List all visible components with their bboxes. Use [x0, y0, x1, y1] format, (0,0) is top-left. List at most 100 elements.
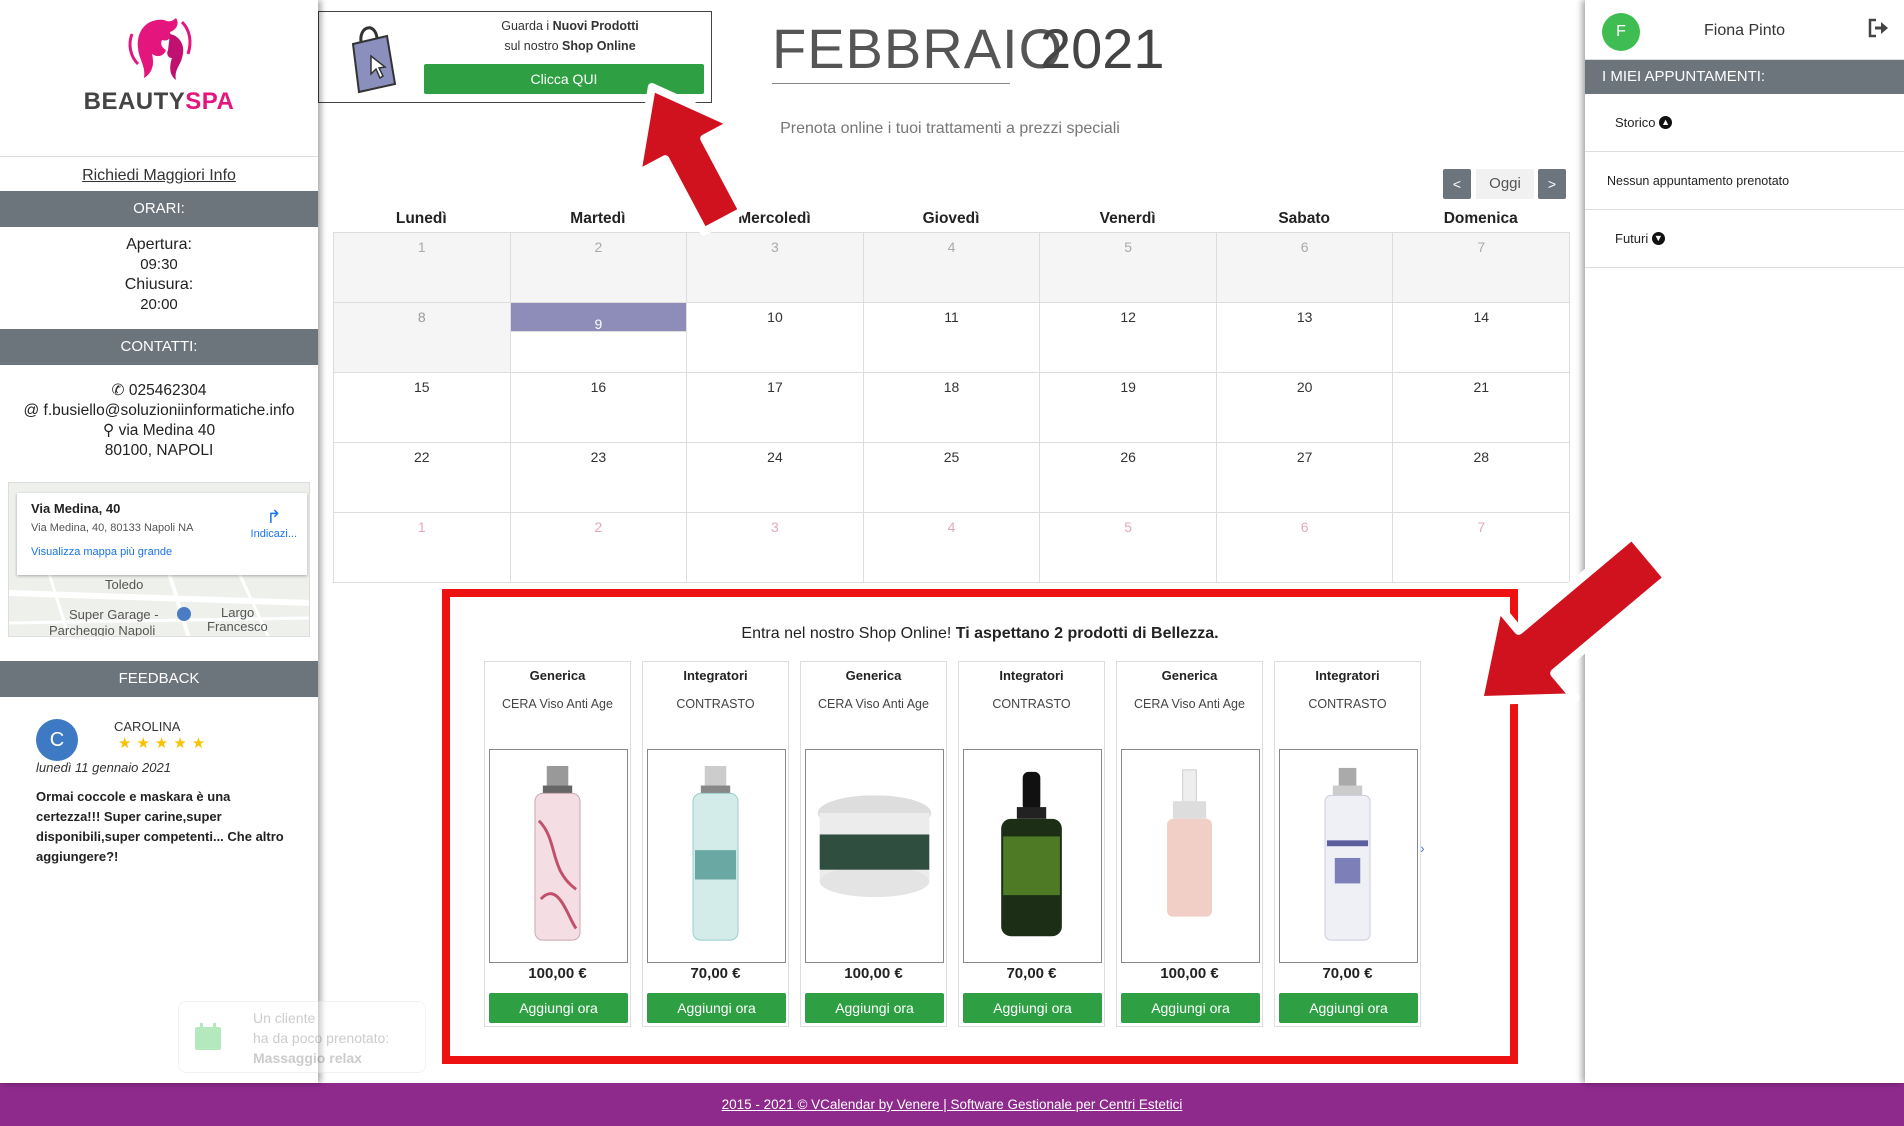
add-to-cart-button[interactable]: Aggiungi ora [489, 993, 628, 1023]
calendar-day-cell[interactable]: 3 [686, 232, 864, 303]
contacts: ✆ 025462304 @ f.busiello@soluzioniinform… [0, 365, 318, 491]
product-name: CERA Viso Anti Age [1134, 697, 1245, 711]
product-image[interactable] [805, 749, 944, 963]
next-month-button[interactable]: > [1538, 169, 1566, 199]
calendar-day-cell[interactable]: 21 [1392, 372, 1571, 443]
map-label-francesco: Francesco [207, 619, 268, 634]
map-label-garage: Super Garage - [69, 607, 159, 622]
shop-title-b: Ti aspettano 2 prodotti di Bellezza. [955, 625, 1219, 642]
product-card: Integratori CONTRASTO 70,00 € Aggiungi ora [1274, 661, 1421, 1027]
product-price: 100,00 € [528, 965, 587, 982]
request-info-link[interactable]: Richiedi Maggiori Info [0, 157, 318, 191]
add-to-cart-button[interactable]: Aggiungi ora [963, 993, 1102, 1023]
product-card: Generica CERA Viso Anti Age 100,00 € Aggiun… [800, 661, 947, 1027]
toast-line-3: Massaggio relax [253, 1050, 362, 1066]
calendar-day-cell[interactable]: 12 [1039, 302, 1217, 373]
calendar-day-cell[interactable]: 13 [1215, 302, 1394, 373]
calendar-day-cell[interactable]: 6 [1215, 512, 1394, 583]
product-photo-icon [692, 765, 739, 941]
chevron-up-circle-icon: ▲ [1659, 116, 1673, 129]
logo[interactable]: BEAUTYSPA [0, 14, 318, 157]
future-toggle[interactable]: Futuri ▼ [1585, 210, 1904, 268]
calendar-day-cell[interactable]: 17 [686, 372, 864, 443]
address: via Medina 40 [118, 422, 216, 439]
calendar-day-cell[interactable]: 10 [686, 302, 864, 373]
product-image[interactable] [489, 749, 628, 963]
calendar-day-cell[interactable]: 8 [333, 302, 511, 373]
open-time: 09:30 [140, 256, 178, 273]
calendar-day-cell[interactable]: 7 [1392, 232, 1571, 303]
calendar-week-row: 1234567 [333, 232, 1571, 303]
product-photo-icon [1167, 769, 1213, 917]
annotation-arrow-down-left-icon [1473, 530, 1673, 706]
product-category: Integratori [999, 668, 1064, 683]
calendar-day-cell[interactable]: 14 [1392, 302, 1571, 373]
calendar-day-cell[interactable]: 24 [686, 442, 864, 513]
calendar-day-cell[interactable]: 2 [509, 512, 688, 583]
weekday-header: Domenica [1443, 210, 1518, 227]
today-button[interactable]: Oggi [1476, 169, 1534, 199]
calendar-day-cell[interactable]: 2 [509, 232, 688, 303]
product-photo-icon [1324, 767, 1371, 941]
google-map[interactable]: Toledo Super Garage - Parcheggio Napoli … [8, 482, 310, 637]
map-larger-link[interactable]: Visualizza mappa più grande [31, 546, 293, 558]
toast-line-1: Un cliente [253, 1010, 316, 1026]
calendar-week-row: 8 9 10 11 12 13 14 [333, 302, 1571, 373]
add-to-cart-button[interactable]: Aggiungi ora [1121, 993, 1260, 1023]
no-appointments-text: Nessun appuntamento prenotato [1585, 152, 1904, 210]
footer-link[interactable]: 2015 - 2021 © VCalendar by Venere | Soft… [722, 1097, 1183, 1112]
star-rating: ★★★★★ [118, 735, 211, 752]
weekday-header: Venerdì [1099, 210, 1156, 227]
map-directions[interactable]: ↱ Indicazi... [251, 507, 297, 540]
add-to-cart-button[interactable]: Aggiungi ora [647, 993, 786, 1023]
calendar-day-cell[interactable]: 19 [1039, 372, 1217, 443]
calendar-day-cell[interactable]: 1 [333, 232, 511, 303]
product-image[interactable] [1279, 749, 1418, 963]
add-to-cart-button[interactable]: Aggiungi ora [1279, 993, 1418, 1023]
calendar-day-cell[interactable]: 4 [862, 232, 1041, 303]
calendar-day-cell[interactable]: 16 [509, 372, 688, 443]
logout-icon[interactable] [1868, 18, 1890, 38]
map-directions-label: Indicazi... [250, 528, 297, 540]
year-title: 2021 [1040, 17, 1165, 80]
calendar-week-row: 1234567 [333, 512, 1571, 583]
calendar-day-cell[interactable]: 3 [686, 512, 864, 583]
product-category: Integratori [683, 668, 748, 683]
user-name: Fiona Pinto [1704, 22, 1785, 39]
weekday-header: Lunedì [395, 210, 447, 227]
calendar-day-cell[interactable]: 25 [862, 442, 1041, 513]
email-address[interactable]: f.busiello@soluzioniinformatiche.info [44, 402, 295, 419]
calendar-day-cell[interactable]: 18 [862, 372, 1041, 443]
phone-number[interactable]: 025462304 [129, 382, 207, 399]
future-label: Futuri [1615, 231, 1649, 246]
calendar-day-cell[interactable]: 4 [862, 512, 1041, 583]
promo-line2-a: sul nostro [504, 39, 563, 53]
calendar-day-cell[interactable]: 22 [333, 442, 511, 513]
add-to-cart-button[interactable]: Aggiungi ora [805, 993, 944, 1023]
directions-icon: ↱ [266, 507, 282, 527]
calendar-day-cell[interactable]: 27 [1215, 442, 1394, 513]
avatar: C [36, 719, 78, 761]
calendar-day-cell[interactable]: 28 [1392, 442, 1571, 513]
calendar-day-cell[interactable]: 15 [333, 372, 511, 443]
calendar-day-cell[interactable]: 20 [1215, 372, 1394, 443]
product-price: 100,00 € [844, 965, 903, 982]
prev-month-button[interactable]: < [1443, 169, 1471, 199]
calendar-day-cell[interactable]: 11 [862, 302, 1041, 373]
calendar-day-cell[interactable]: 5 [1039, 512, 1217, 583]
product-image[interactable] [1121, 749, 1260, 963]
calendar-day-cell[interactable]: 1 [333, 512, 511, 583]
reviewer-name: CAROLINA [114, 719, 181, 734]
product-image[interactable] [647, 749, 786, 963]
calendar-weekdays: Lunedì Martedì Mercoledì Giovedì Venerdì Saba… [333, 206, 1569, 232]
calendar-day-cell[interactable]: 6 [1215, 232, 1394, 303]
calendar-day-cell[interactable]: 23 [509, 442, 688, 513]
history-toggle[interactable]: Storico ▲ [1585, 94, 1904, 152]
calendar-day-cell[interactable]: 26 [1039, 442, 1217, 513]
map-pin-icon: ⚲ [102, 422, 115, 439]
calendar-day-cell[interactable]: 5 [1039, 232, 1217, 303]
calendar-subtitle: Prenota online i tuoi trattamenti a prez… [780, 120, 1120, 137]
feedback-section: FEEDBACK C CAROLINA ★★★★★ lunedì 11 genn… [0, 661, 318, 877]
calendar-day-cell[interactable]: 9 [509, 302, 688, 332]
product-image[interactable] [963, 749, 1102, 963]
